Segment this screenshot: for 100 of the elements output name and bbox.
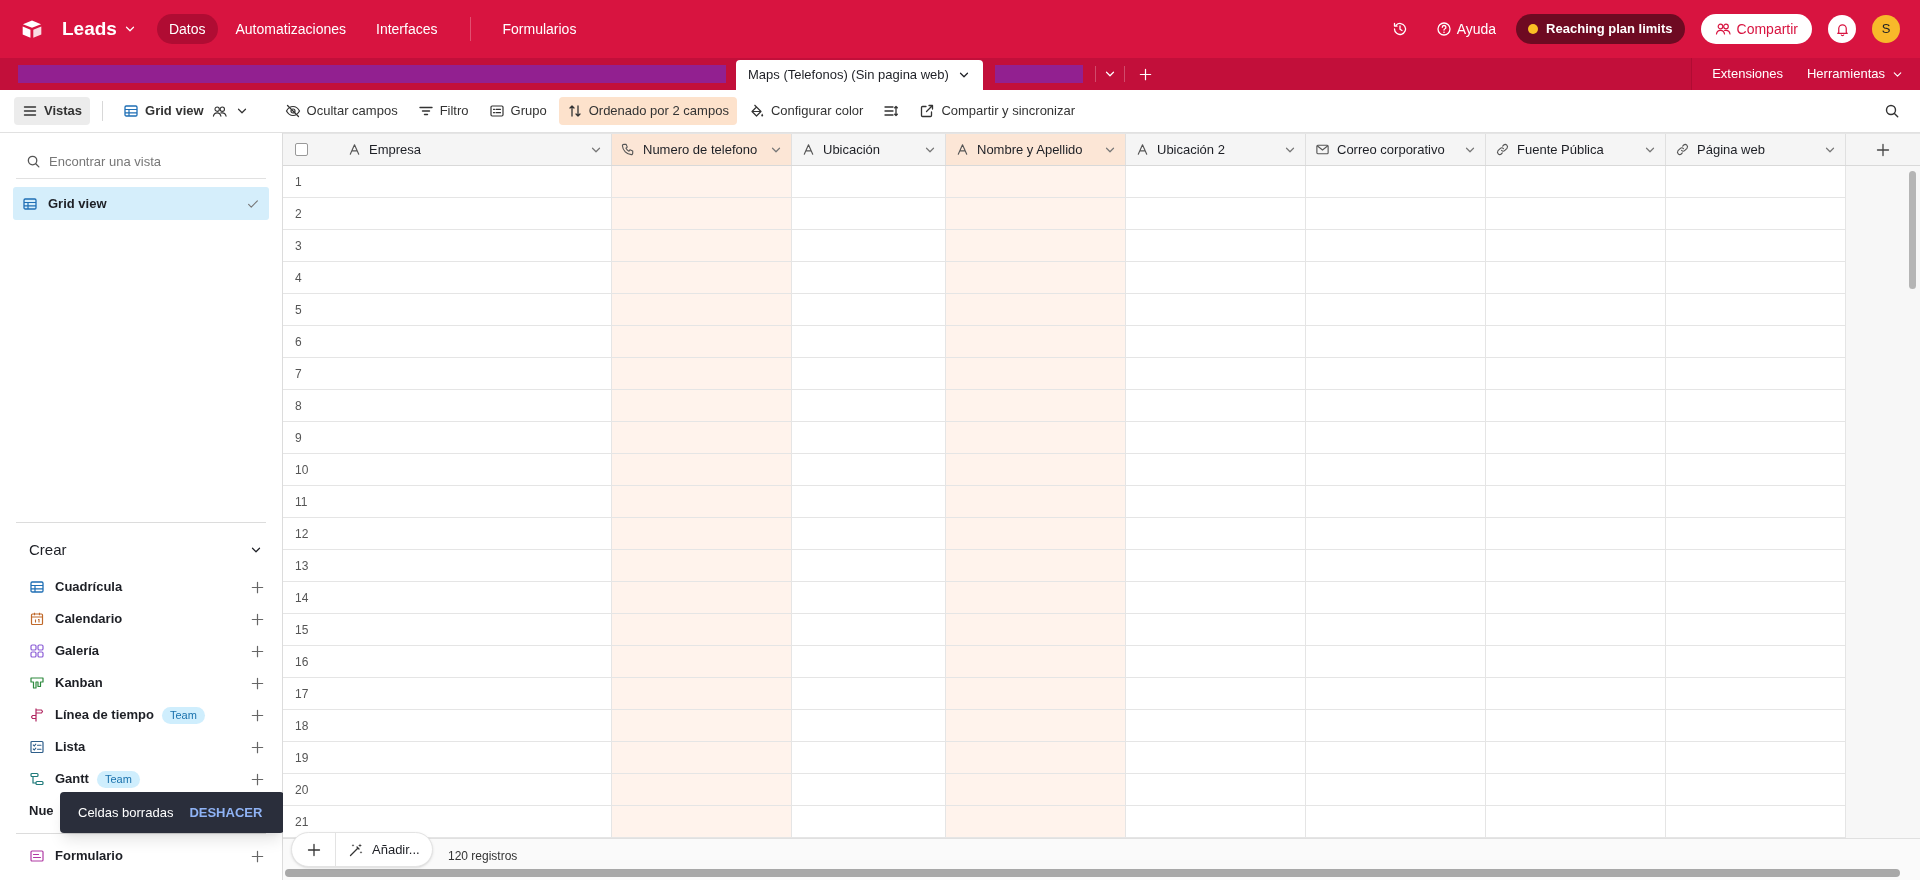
plus-icon (1875, 141, 1891, 158)
nav-tab[interactable]: Automatizaciones (223, 14, 358, 44)
table-tab[interactable]: Maps (Telefonos) (Sin pagina web) (736, 60, 983, 90)
table-cell: 8 (283, 390, 612, 422)
table-cell: 21 (283, 806, 612, 838)
create-view-item[interactable]: Gantt (29, 769, 89, 789)
grid-icon (22, 195, 38, 212)
search-icon (26, 154, 41, 169)
views-toggle-button[interactable]: Vistas (14, 97, 91, 125)
help-button[interactable]: Ayuda (1435, 18, 1497, 40)
column-header[interactable]: Nombre y Apellido (946, 134, 1126, 165)
bell-icon (1834, 21, 1850, 37)
menu-icon (22, 103, 38, 119)
table-cell: 1 (283, 166, 612, 198)
create-view-item[interactable]: Calendario (29, 609, 123, 629)
table-cell: 12 (283, 518, 612, 550)
create-view-item[interactable]: Lista (29, 737, 86, 757)
table-cell: 13 (283, 550, 612, 582)
list-icon (488, 103, 505, 119)
plus-icon (249, 579, 265, 595)
plus-icon (249, 848, 265, 864)
table-cell: 18 (283, 710, 612, 742)
text-type-icon (1135, 142, 1150, 157)
table-icon (29, 579, 45, 595)
people-icon (211, 103, 227, 119)
plan-limit-button[interactable]: Reaching plan limits (1516, 14, 1685, 44)
four-squares-icon (29, 643, 45, 659)
table-cell: 11 (283, 486, 612, 518)
plus-icon (249, 611, 265, 627)
toolbar-button[interactable]: Ocultar campos (276, 97, 406, 125)
table-cell: 7 (283, 358, 612, 390)
plus-icon (249, 739, 265, 755)
help-icon (1435, 21, 1452, 37)
column-header[interactable]: Numero de telefono (612, 134, 792, 165)
table-cell: 10 (283, 454, 612, 486)
timeline-icon (29, 707, 45, 723)
table-cell: 14 (283, 582, 612, 614)
share-button[interactable]: Compartir (1700, 14, 1812, 44)
undo-link[interactable]: DESHACER (189, 802, 263, 823)
plus-icon (249, 643, 265, 659)
table-cell: 3 (283, 230, 612, 262)
tools-button[interactable]: Herramientas (1806, 64, 1904, 84)
create-view-item[interactable]: Cuadrícula (29, 577, 123, 597)
grid-icon (123, 103, 140, 119)
table-cell: 16 (283, 646, 612, 678)
notifications-button[interactable] (1828, 15, 1856, 43)
nav-tab[interactable]: Datos (156, 14, 218, 44)
eye-slash-icon (284, 103, 301, 119)
form-icon (29, 848, 45, 864)
toolbar-button[interactable]: Grid view (115, 97, 257, 125)
kanban-icon (29, 675, 45, 691)
toolbar-button[interactable]: Compartir y sincronizar (911, 97, 1084, 125)
record-count: 120 registros (448, 848, 518, 865)
calendar-icon (29, 611, 45, 627)
plan-badge: Team (96, 770, 140, 788)
section-heading: Crear (29, 539, 67, 560)
plus-icon (249, 771, 265, 787)
extensions-button[interactable]: Extensiones (1712, 64, 1783, 84)
table-cell: 5 (283, 294, 612, 326)
create-view-item[interactable]: Formulario (29, 846, 123, 866)
table-cell: 4 (283, 262, 612, 294)
base-name-button[interactable]: Leads (62, 14, 137, 44)
nav-tab[interactable]: Interfaces (364, 14, 450, 44)
external-link-icon (919, 103, 936, 119)
table-cell: 2 (283, 198, 612, 230)
people-icon (1714, 21, 1731, 37)
plus-icon (1138, 66, 1154, 82)
paint-bucket-icon (748, 103, 765, 119)
link-icon (1675, 142, 1690, 157)
search-icon (1884, 103, 1900, 119)
select-all-checkbox[interactable] (295, 143, 308, 156)
create-view-item[interactable]: Kanban (29, 673, 103, 693)
table-cell: 19 (283, 742, 612, 774)
table-cell: 6 (283, 326, 612, 358)
plus-icon (249, 675, 265, 691)
link-icon (1495, 142, 1510, 157)
toolbar-button[interactable]: Ordenado por 2 campos (558, 97, 737, 125)
toolbar-button[interactable]: Grupo (480, 97, 555, 125)
row-height-icon (883, 103, 900, 119)
vertical-scrollbar[interactable] (1909, 171, 1916, 289)
create-view-item[interactable]: Línea de tiempo (29, 705, 154, 725)
checklist-icon (29, 739, 45, 755)
create-view-item[interactable]: Galería (29, 641, 100, 661)
nav-tab[interactable]: Formularios (490, 14, 589, 44)
view-item[interactable]: Grid view (13, 187, 269, 220)
plus-icon (249, 707, 265, 723)
phone-icon (621, 142, 636, 157)
view-search-field[interactable]: Encontrar una vista (49, 148, 256, 175)
envelope-icon (1315, 142, 1330, 157)
toolbar-button[interactable]: Configurar color (740, 97, 872, 125)
cube-logo-icon (20, 18, 44, 40)
text-type-icon (347, 142, 362, 157)
table-cell: 20 (283, 774, 612, 806)
table-cell: 15 (283, 614, 612, 646)
toolbar-button[interactable]: Filtro (409, 97, 477, 125)
table-cell: 9 (283, 422, 612, 454)
horizontal-scrollbar[interactable] (285, 869, 1900, 877)
column-header[interactable]: Empresa (347, 134, 612, 165)
user-avatar[interactable]: S (1872, 15, 1900, 43)
text-type-icon (955, 142, 970, 157)
